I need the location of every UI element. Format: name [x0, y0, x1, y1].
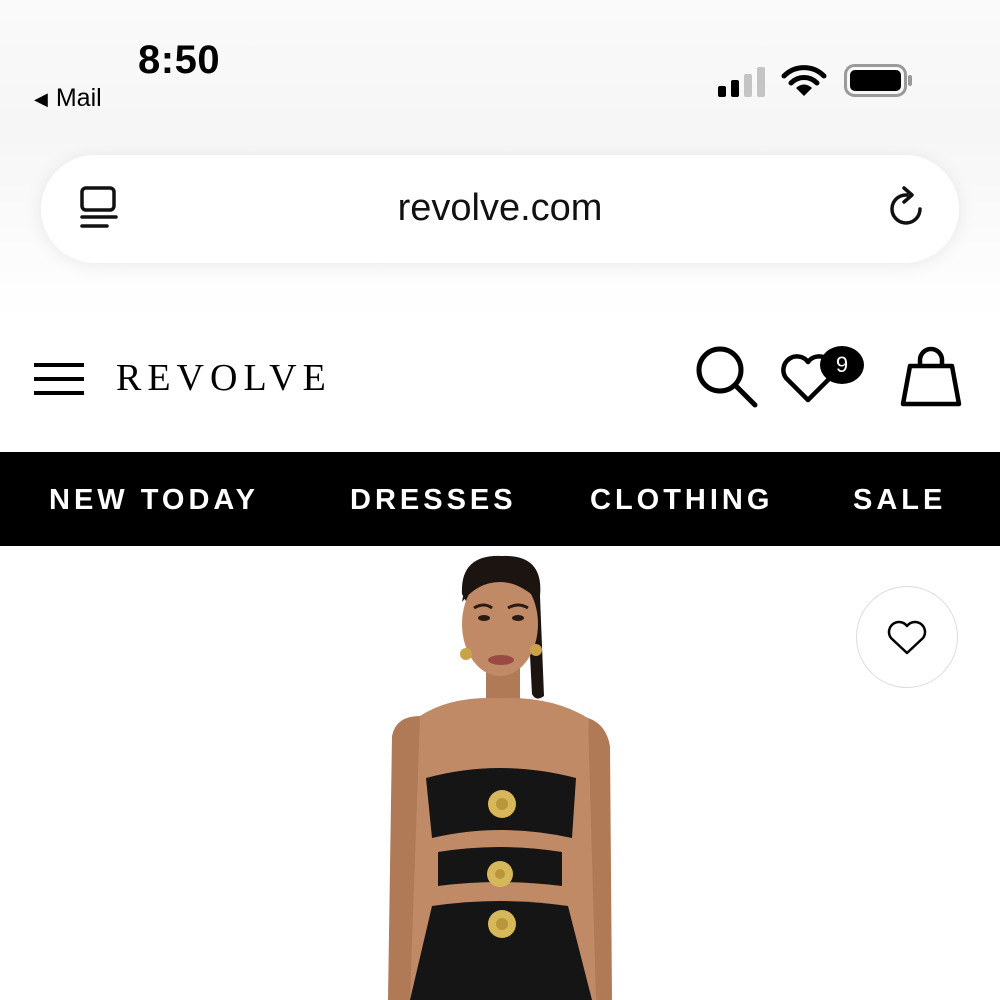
product-image-area: [0, 546, 1000, 1000]
favorite-button[interactable]: [856, 586, 958, 688]
shopping-bag-icon[interactable]: [898, 344, 964, 408]
browser-chrome: revolve.com: [0, 130, 1000, 320]
nav-item-clothing[interactable]: CLOTHING: [590, 484, 773, 517]
hamburger-menu-icon[interactable]: [33, 362, 85, 396]
wishlist-button[interactable]: 9: [780, 346, 870, 410]
site-header: REVOLVE 9: [0, 320, 1000, 452]
address-bar[interactable]: revolve.com: [41, 155, 959, 263]
nav-item-sale[interactable]: SALE: [853, 484, 946, 517]
product-image[interactable]: [300, 546, 700, 1000]
battery-icon: [844, 64, 912, 97]
cellular-signal-icon: [718, 67, 765, 97]
nav-item-dresses[interactable]: DRESSES: [350, 484, 517, 517]
wishlist-count-badge: 9: [820, 346, 864, 384]
url-text[interactable]: revolve.com: [41, 187, 959, 230]
back-triangle-icon: ◀: [34, 88, 48, 109]
back-to-mail-button[interactable]: ◀ Mail: [34, 84, 102, 113]
reload-icon[interactable]: [887, 185, 927, 231]
back-mail-label: Mail: [55, 84, 102, 112]
heart-outline-icon: [887, 620, 927, 655]
status-time: 8:50: [138, 38, 221, 82]
search-icon[interactable]: [694, 344, 760, 410]
status-bar: 8:50 ◀ Mail: [0, 0, 1000, 130]
category-nav-bar: NEW TODAY DRESSES CLOTHING SALE: [0, 452, 1000, 546]
wifi-icon: [781, 65, 827, 96]
site-logo[interactable]: REVOLVE: [116, 356, 332, 400]
nav-item-new-today[interactable]: NEW TODAY: [49, 484, 259, 517]
